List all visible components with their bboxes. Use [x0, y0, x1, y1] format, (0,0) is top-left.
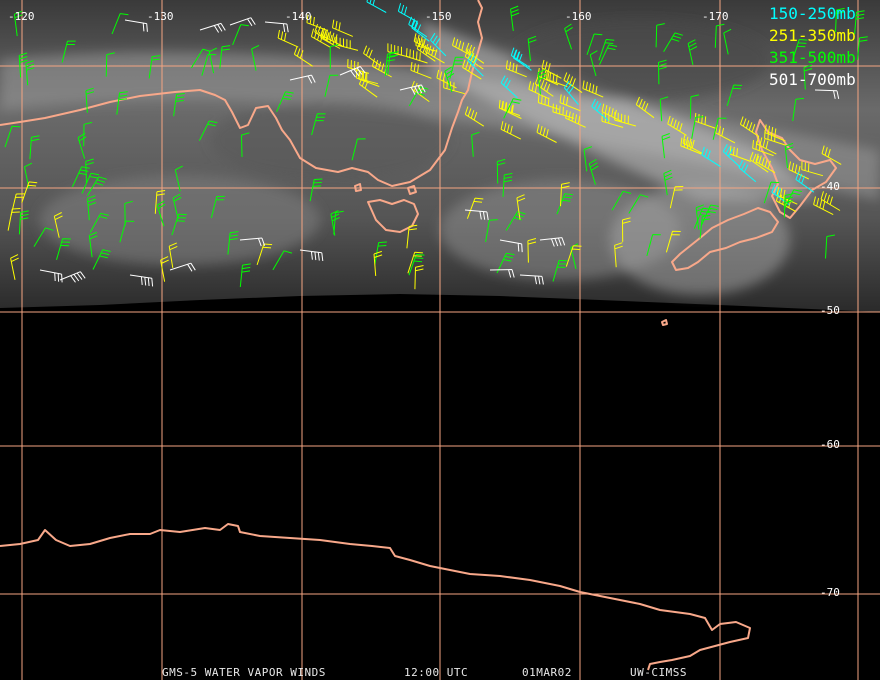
- island-coastline: [661, 319, 668, 326]
- legend-item-251-350: 251-350mb: [769, 26, 856, 45]
- satellite-wind-map: -120 -130 -140 -150 -160 -170 -40 -50 -6…: [0, 0, 880, 680]
- observation-time: 12:00 UTC: [404, 666, 468, 679]
- lon-label: -130: [147, 10, 174, 23]
- lon-label: -140: [285, 10, 312, 23]
- lon-label: -120: [8, 10, 35, 23]
- lat-label: -70: [820, 586, 840, 599]
- antarctica-coastline: [0, 523, 751, 671]
- caption: GMS-5 WATER VAPOR WINDS 12:00 UTC 01MAR0…: [162, 666, 687, 679]
- lon-label: -170: [702, 10, 729, 23]
- legend-item-501-700: 501-700mb: [769, 70, 856, 89]
- legend-item-150-250: 150-250mb: [769, 4, 856, 23]
- observation-date: 01MAR02: [522, 666, 572, 679]
- lat-label: -60: [820, 438, 840, 451]
- legend-item-351-500: 351-500mb: [769, 48, 856, 67]
- product-name: GMS-5 WATER VAPOR WINDS: [162, 666, 326, 679]
- map-canvas: -120 -130 -140 -150 -160 -170 -40 -50 -6…: [0, 0, 880, 680]
- lat-label: -50: [820, 304, 840, 317]
- lon-label: -160: [565, 10, 592, 23]
- lon-label: -150: [425, 10, 452, 23]
- data-source: UW-CIMSS: [630, 666, 687, 679]
- lat-label: -40: [820, 180, 840, 193]
